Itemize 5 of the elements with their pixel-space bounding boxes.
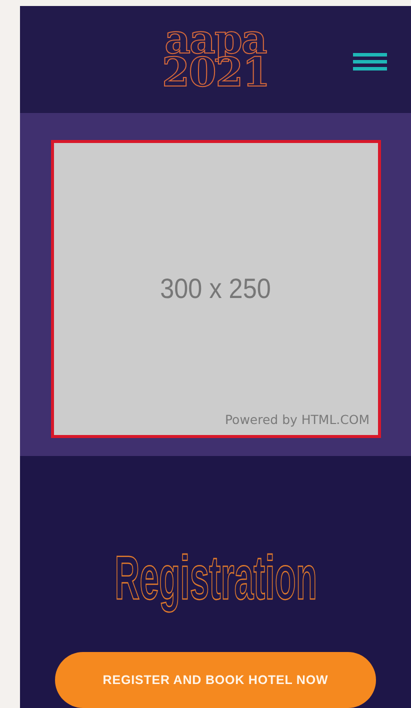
logo: aapa 2021 (162, 24, 270, 90)
ad-credit: Powered by HTML.COM (224, 412, 370, 428)
ad-size-text: 300 x 250 (160, 273, 271, 306)
register-button[interactable]: REGISTER AND BOOK HOTEL NOW (55, 652, 376, 708)
menu-icon[interactable] (353, 53, 387, 71)
